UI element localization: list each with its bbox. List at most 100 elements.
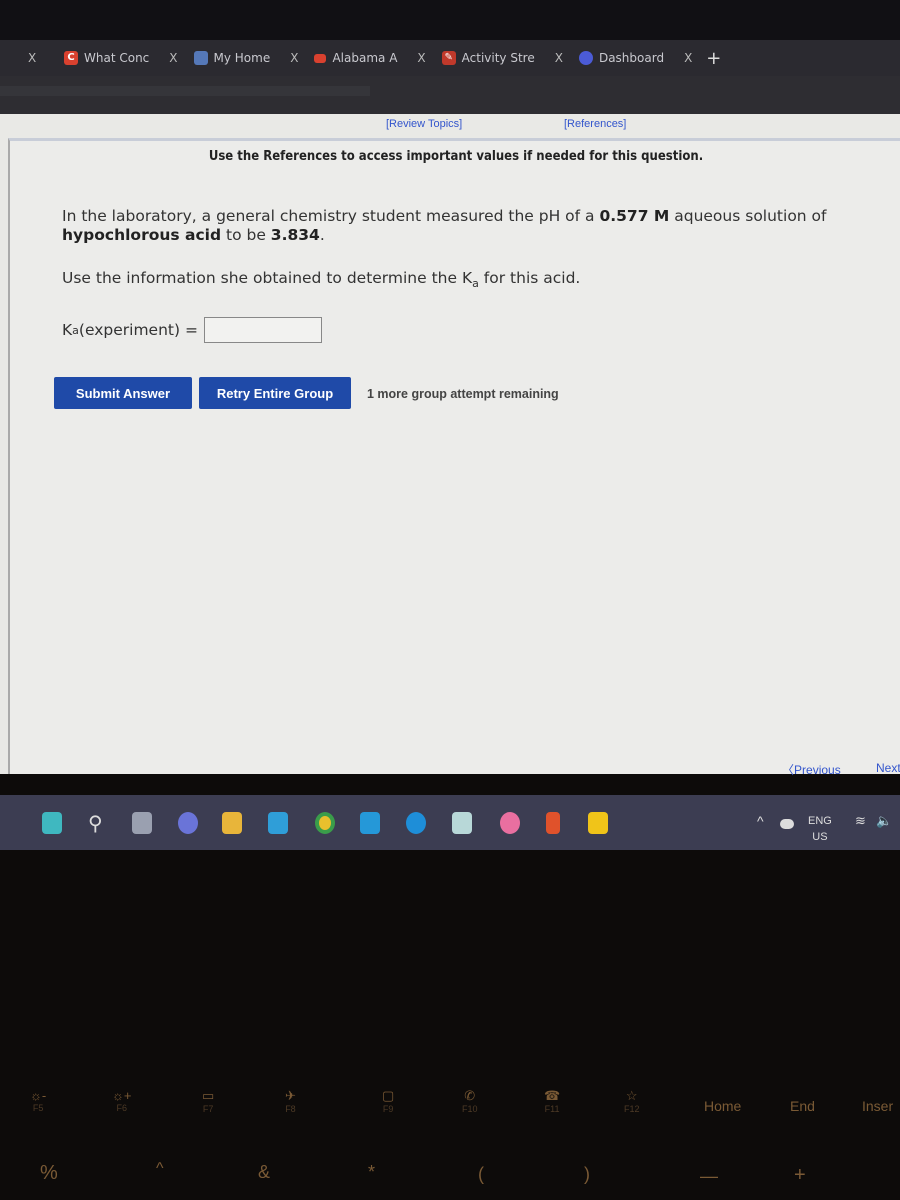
concentration: 0.577 M (599, 207, 670, 225)
close-icon[interactable]: X (684, 51, 692, 65)
text: In the laboratory, a general chemistry s… (62, 207, 600, 225)
language-indicator[interactable]: ENG US (808, 813, 832, 845)
display-icon: ▭ (202, 1088, 215, 1103)
chrome-icon[interactable] (315, 812, 335, 834)
phone-icon: ✆ (464, 1088, 476, 1103)
key-f9[interactable]: ▢ F9 (382, 1088, 394, 1114)
references-link[interactable]: [References] (564, 118, 626, 130)
chevron-left-icon: 〈 (782, 763, 795, 777)
key-f12[interactable]: ☆ F12 (624, 1088, 640, 1114)
key-f11[interactable]: ☎ F11 (544, 1088, 560, 1114)
cloud-icon[interactable] (780, 819, 794, 829)
key-end[interactable]: End (790, 1098, 815, 1114)
region: US (812, 831, 828, 843)
mail-icon[interactable] (268, 812, 288, 834)
office-icon[interactable] (546, 812, 560, 834)
url-text (0, 86, 370, 96)
brightness-up-icon: ☼+ (112, 1088, 132, 1103)
windows-start-icon[interactable] (42, 812, 62, 834)
text: . (319, 226, 325, 244)
key-f7[interactable]: ▭ F7 (202, 1088, 214, 1114)
key-right-paren[interactable]: ) (584, 1164, 590, 1185)
task-view-icon[interactable] (132, 812, 152, 834)
key-caret[interactable]: ^ (156, 1160, 164, 1178)
search-icon[interactable]: ⚲ (88, 812, 108, 834)
key-left-paren[interactable]: ( (478, 1164, 484, 1185)
key-minus[interactable]: — (700, 1166, 718, 1187)
c-logo-icon: C (64, 51, 78, 65)
close-icon[interactable]: X (28, 51, 36, 65)
folder-icon (314, 53, 327, 63)
retry-entire-group-button[interactable]: Retry Entire Group (199, 377, 351, 409)
photos-icon[interactable] (452, 812, 472, 834)
language: ENG (808, 815, 832, 827)
next-button[interactable]: Next (876, 761, 900, 775)
acid-name: hypochlorous acid (62, 226, 222, 244)
close-icon[interactable]: X (169, 51, 177, 65)
dots-logo-icon (193, 51, 208, 65)
key-asterisk[interactable]: * (368, 1162, 375, 1183)
tab-what-conc[interactable]: C What Conc X (56, 40, 186, 76)
volume-icon[interactable]: 🔈 (876, 813, 892, 829)
text: aqueous solution of (669, 207, 827, 225)
submit-answer-button[interactable]: Submit Answer (54, 377, 192, 409)
tab-label: Activity Stre (461, 51, 535, 65)
ka-answer-row: Ka (experiment) = (62, 317, 322, 343)
key-label: F7 (202, 1104, 214, 1114)
references-note: Use the References to access important v… (208, 149, 704, 164)
tab-label: Alabama A (332, 51, 398, 65)
text: for this acid. (478, 269, 581, 287)
file-explorer-icon[interactable] (222, 812, 242, 834)
ka-input[interactable] (203, 317, 322, 343)
key-home[interactable]: Home (704, 1098, 741, 1114)
question-panel: Use the References to access important v… (8, 138, 900, 777)
review-topics-link[interactable]: [Review Topics] (386, 118, 462, 130)
brightness-down-icon: ☼- (30, 1088, 47, 1103)
key-f8[interactable]: ✈ F8 (285, 1088, 296, 1114)
tab-partial[interactable]: X (6, 40, 56, 76)
lens-icon[interactable] (360, 812, 380, 834)
chat-icon[interactable] (178, 812, 198, 834)
close-icon[interactable]: X (417, 51, 425, 65)
ph-value: 3.834 (270, 226, 320, 244)
tab-my-home[interactable]: My Home X (186, 40, 307, 76)
ka-label-rest: (experiment) = (78, 321, 198, 339)
address-bar[interactable] (0, 76, 900, 114)
new-tab-button[interactable]: + (706, 48, 721, 69)
ka-label: K (62, 321, 73, 339)
tab-dashboard[interactable]: Dashboard X (571, 40, 700, 76)
chevron-up-icon[interactable]: ^ (757, 813, 764, 829)
text: Use the information she obtained to dete… (62, 269, 473, 287)
key-f5[interactable]: ☼- F5 (30, 1088, 46, 1113)
text: to be (221, 226, 271, 244)
key-label: F6 (116, 1103, 128, 1113)
pencil-icon: ✎ (441, 51, 456, 65)
wifi-icon[interactable]: ≋ (855, 813, 866, 829)
close-icon[interactable]: X (290, 51, 298, 65)
tab-label: Dashboard (598, 51, 665, 65)
itunes-icon[interactable] (500, 812, 520, 834)
subscript: a (472, 277, 479, 291)
tab-bar: X C What Conc X My Home X Alabama A X ✎ Activ… (0, 40, 900, 76)
key-percent[interactable]: % (40, 1162, 58, 1185)
hang-up-icon: ☎ (544, 1088, 561, 1103)
tab-alabama[interactable]: Alabama A X (306, 40, 433, 76)
page-content: [Review Topics] [References] Use the Ref… (0, 114, 900, 777)
star-icon: ☆ (625, 1088, 638, 1103)
message-icon: ▢ (382, 1088, 395, 1103)
close-icon[interactable]: X (555, 51, 563, 65)
question-text: In the laboratory, a general chemistry s… (62, 207, 862, 245)
key-ampersand[interactable]: & (258, 1162, 270, 1183)
edge-icon[interactable] (406, 812, 426, 834)
key-label: F9 (382, 1104, 394, 1114)
key-insert[interactable]: Inser (862, 1098, 893, 1114)
subscript: a (72, 323, 79, 337)
tab-label: What Conc (84, 51, 150, 65)
key-plus[interactable]: + (794, 1164, 806, 1187)
key-f10[interactable]: ✆ F10 (462, 1088, 478, 1114)
key-f6[interactable]: ☼+ F6 (112, 1088, 132, 1113)
tab-activity-stream[interactable]: ✎ Activity Stre X (434, 40, 571, 76)
airplane-mode-icon: ✈ (285, 1088, 296, 1103)
previous-button[interactable]: 〈Previous (782, 761, 841, 778)
sticky-notes-icon[interactable] (588, 812, 608, 834)
